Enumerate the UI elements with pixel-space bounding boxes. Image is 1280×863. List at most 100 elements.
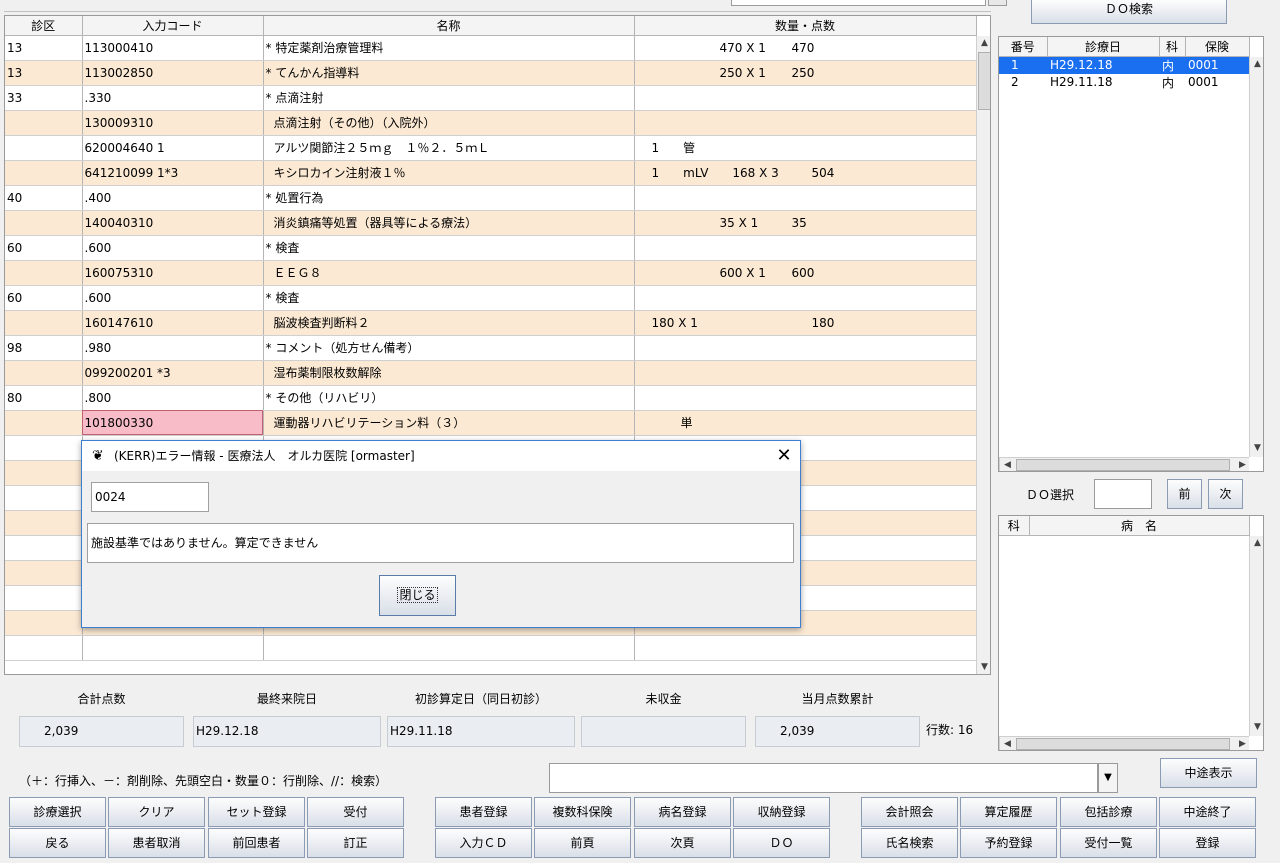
grid-row[interactable]: 40.400 * 処置行為 (5, 185, 977, 211)
disease-hscroll[interactable]: ◀ ▶ (999, 736, 1249, 750)
grid-row[interactable]: 140040310 消炎鎮痛等処置（器具等による療法） 35 X 1 35 (5, 210, 977, 236)
btn-shuno-touroku[interactable]: 収納登録 (733, 797, 830, 827)
scroll-up-icon[interactable]: ▲ (977, 36, 990, 51)
cell-shinku[interactable] (5, 560, 83, 586)
cell-name[interactable]: * その他（リハビリ） (263, 385, 635, 411)
cell-shinku[interactable]: 33 (5, 85, 83, 111)
cell-name[interactable]: 運動器リハビリテーション料（３） (263, 410, 635, 436)
grid-row[interactable]: 60.600 * 検査 (5, 285, 977, 311)
col-header-shinku[interactable]: 診区 (5, 16, 83, 36)
grid-row[interactable]: 33.330 * 点滴注射 (5, 85, 977, 111)
btn-shinryo-sentaku[interactable]: 診療選択 (9, 797, 106, 827)
btn-do[interactable]: ＤＯ (733, 828, 830, 858)
btn-uketsuke-ichiran[interactable]: 受付一覧 (1060, 828, 1157, 858)
top-input[interactable] (731, 0, 986, 6)
cell-shinku[interactable] (5, 610, 83, 636)
btn-input-cd[interactable]: 入力ＣＤ (435, 828, 532, 858)
col-header-code[interactable]: 入力コード (82, 16, 264, 36)
history-header-hoken[interactable]: 保険 (1185, 37, 1250, 57)
grid-row[interactable]: 160147610 脳波検査判断料２ 180 X 1 180 (5, 310, 977, 336)
btn-kaikei-shokai[interactable]: 会計照会 (861, 797, 958, 827)
cell-shinku[interactable] (5, 360, 83, 386)
cell-quantity[interactable]: 35 X 1 35 (634, 210, 977, 236)
command-dropdown-icon[interactable]: ▼ (1098, 763, 1118, 793)
cell-shinku[interactable]: 60 (5, 235, 83, 261)
grid-row[interactable]: 98.980 * コメント（処方せん備考） (5, 335, 977, 361)
history-vscroll[interactable]: ▲ ▼ (1249, 57, 1263, 457)
cell-shinku[interactable]: 40 (5, 185, 83, 211)
cell-quantity[interactable] (634, 635, 977, 661)
scroll-left-icon[interactable]: ◀ (1000, 737, 1015, 750)
btn-chuto-shuryo[interactable]: 中途終了 (1159, 797, 1256, 827)
cell-shinku[interactable] (5, 485, 83, 511)
dialog-close-button[interactable]: 閉じる (379, 575, 456, 616)
cell-shinku[interactable]: 60 (5, 285, 83, 311)
dialog-title-bar[interactable]: ❦ (KERR)エラー情報 - 医療法人 オルカ医院 [ormaster] ✕ (82, 441, 800, 471)
btn-hokatsu-shinryo[interactable]: 包括診療 (1060, 797, 1157, 827)
cell-code[interactable]: .800 (82, 385, 264, 411)
cell-quantity[interactable]: 1 管 (634, 135, 977, 161)
cell-quantity[interactable]: 1 mLV 168 X 3 504 (634, 160, 977, 186)
cell-shinku[interactable] (5, 510, 83, 536)
btn-fukusuka-hoken[interactable]: 複数科保険 (534, 797, 631, 827)
cell-name[interactable]: * 特定薬剤治療管理料 (263, 35, 635, 61)
cell-quantity[interactable] (634, 110, 977, 136)
disease-header-ka[interactable]: 科 (999, 516, 1030, 536)
cell-shinku[interactable]: 98 (5, 335, 83, 361)
cell-name[interactable]: * コメント（処方せん備考） (263, 335, 635, 361)
cell-name[interactable]: ＥＥＧ８ (263, 260, 635, 286)
grid-row[interactable]: 13 113002850 * てんかん指導料 250 X 1 250 (5, 60, 977, 86)
btn-uketsuke[interactable]: 受付 (307, 797, 404, 827)
cell-code[interactable] (82, 635, 264, 661)
cell-quantity[interactable]: 470 X 1 470 (634, 35, 977, 61)
cell-shinku[interactable]: 80 (5, 385, 83, 411)
btn-back[interactable]: 戻る (9, 828, 106, 858)
cell-quantity[interactable] (634, 235, 977, 261)
grid-row[interactable]: 130009310 点滴注射（その他）（入院外） (5, 110, 977, 136)
cell-shinku[interactable] (5, 460, 83, 486)
cell-name[interactable]: アルツ関節注２５ｍｇ １％２．５ｍＬ (263, 135, 635, 161)
history-hscroll[interactable]: ◀ ▶ (999, 457, 1249, 471)
col-header-name[interactable]: 名称 (263, 16, 635, 36)
cell-shinku[interactable] (5, 110, 83, 136)
close-icon[interactable]: ✕ (774, 441, 794, 471)
cell-code[interactable]: 641210099 1*3 (82, 160, 264, 186)
cell-name[interactable]: 点滴注射（その他）（入院外） (263, 110, 635, 136)
grid-scrollbar[interactable]: ▲ ▼ (976, 36, 990, 674)
grid-row[interactable]: 641210099 1*3 キシロカイン注射液１％ 1 mLV 168 X 3 504 (5, 160, 977, 186)
prev-button[interactable]: 前 (1167, 479, 1202, 509)
disease-vscroll[interactable]: ▲ ▼ (1249, 536, 1263, 736)
cell-code[interactable]: .400 (82, 185, 264, 211)
cell-quantity[interactable] (634, 285, 977, 311)
btn-yoyaku-touroku[interactable]: 予約登録 (960, 828, 1057, 858)
cell-shinku[interactable] (5, 435, 83, 461)
next-button[interactable]: 次 (1208, 479, 1243, 509)
cell-code[interactable]: 160075310 (82, 260, 264, 286)
cell-quantity[interactable]: 単 (634, 410, 977, 436)
cell-quantity[interactable] (634, 385, 977, 411)
scroll-down-icon[interactable]: ▼ (977, 660, 990, 674)
disease-header-name[interactable]: 病 名 (1029, 516, 1250, 536)
cell-code[interactable]: 160147610 (82, 310, 264, 336)
history-row[interactable]: 2 H29.11.18 内 0001 (999, 74, 1249, 91)
do-search-button[interactable]: ＤＯ検索 (1031, 0, 1227, 24)
history-row[interactable]: 1 H29.12.18 内 0001 (999, 56, 1249, 74)
btn-touroku[interactable]: 登録 (1159, 828, 1256, 858)
cell-quantity[interactable]: 250 X 1 250 (634, 60, 977, 86)
cell-code[interactable]: .600 (82, 285, 264, 311)
command-input[interactable] (549, 763, 1098, 793)
cell-code[interactable]: 130009310 (82, 110, 264, 136)
cell-name[interactable]: * てんかん指導料 (263, 60, 635, 86)
grid-row[interactable]: 620004640 1 アルツ関節注２５ｍｇ １％２．５ｍＬ 1 管 (5, 135, 977, 161)
cell-code[interactable]: 099200201 *3 (82, 360, 264, 386)
hscroll-thumb[interactable] (1016, 459, 1230, 471)
cell-code[interactable]: .600 (82, 235, 264, 261)
scroll-left-icon[interactable]: ◀ (1000, 458, 1015, 471)
btn-teisei[interactable]: 訂正 (307, 828, 404, 858)
cell-shinku[interactable]: 13 (5, 35, 83, 61)
grid-row[interactable]: 60.600 * 検査 (5, 235, 977, 261)
btn-prev-page[interactable]: 前頁 (534, 828, 631, 858)
cell-shinku[interactable] (5, 635, 83, 661)
scroll-down-icon[interactable]: ▼ (1250, 441, 1263, 456)
grid-row[interactable]: 099200201 *3 湿布薬制限枚数解除 (5, 360, 977, 386)
